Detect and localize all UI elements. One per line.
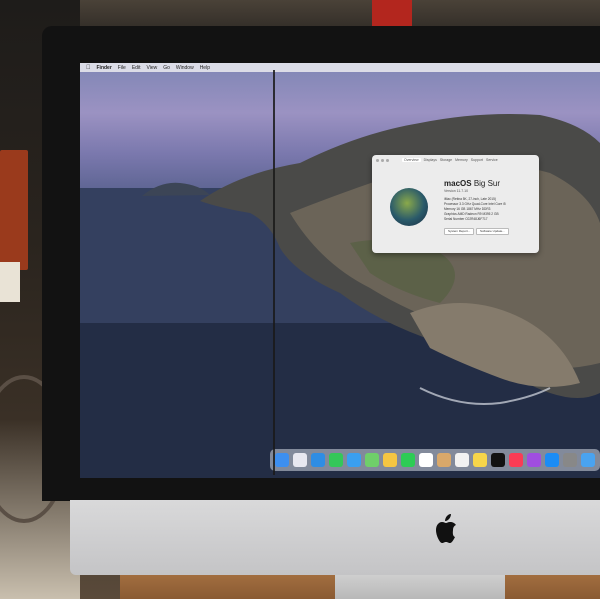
spec-list: iMac (Retina 5K, 27-inch, Late 2015) Pro… <box>444 197 506 222</box>
menu-go[interactable]: Go <box>163 65 170 71</box>
about-this-mac-window: Overview Displays Storage Memory Support… <box>372 155 539 253</box>
system-preferences-icon[interactable] <box>563 453 577 467</box>
catalina-wallpaper <box>80 114 600 478</box>
safari-icon[interactable] <box>311 453 325 467</box>
menu-edit[interactable]: Edit <box>132 65 141 71</box>
photos-icon[interactable] <box>383 453 397 467</box>
white-box <box>0 262 20 302</box>
software-update-button[interactable]: Software Update... <box>476 228 509 235</box>
menu-file[interactable]: File <box>118 65 126 71</box>
tab-memory[interactable]: Memory <box>455 158 468 162</box>
menu-view[interactable]: View <box>146 65 157 71</box>
tab-overview[interactable]: Overview <box>402 158 421 162</box>
contacts-icon[interactable] <box>437 453 451 467</box>
tab-storage[interactable]: Storage <box>440 158 452 162</box>
os-name: macOS <box>444 179 472 188</box>
messages-icon[interactable] <box>329 453 343 467</box>
podcasts-icon[interactable] <box>527 453 541 467</box>
apple-logo-icon <box>436 514 456 543</box>
reminders-icon[interactable] <box>455 453 469 467</box>
finder-icon[interactable] <box>275 453 289 467</box>
menu-help[interactable]: Help <box>200 65 210 71</box>
app-store-icon[interactable] <box>545 453 559 467</box>
notes-icon[interactable] <box>473 453 487 467</box>
about-tabs: Overview Displays Storage Memory Support… <box>402 158 498 162</box>
launchpad-icon[interactable] <box>293 453 307 467</box>
os-version: Version 11.7.10 <box>444 189 469 193</box>
os-title: macOS Big Sur <box>444 179 500 188</box>
tab-support[interactable]: Support <box>471 158 483 162</box>
minimize-window-button[interactable] <box>381 158 384 162</box>
macos-big-sur-icon <box>390 188 428 226</box>
music-icon[interactable] <box>509 453 523 467</box>
menu-bar:  Finder File Edit View Go Window Help <box>80 63 600 72</box>
imac-chin <box>70 500 600 575</box>
zoom-window-button[interactable] <box>386 158 389 162</box>
tv-icon[interactable] <box>491 453 505 467</box>
red-cabinet <box>0 150 28 270</box>
spec-serial: Serial Number C02R48J6F717 <box>444 217 488 221</box>
maps-icon[interactable] <box>365 453 379 467</box>
screen-crack-line <box>273 70 275 475</box>
dock <box>270 449 600 471</box>
close-window-button[interactable] <box>376 158 379 162</box>
menu-finder[interactable]: Finder <box>97 65 112 71</box>
tab-displays[interactable]: Displays <box>424 158 437 162</box>
desktop-screen:  Finder File Edit View Go Window Help O… <box>80 63 600 478</box>
system-report-button[interactable]: System Report... <box>444 228 475 235</box>
downloads-folder-icon[interactable] <box>581 453 595 467</box>
menu-window[interactable]: Window <box>176 65 194 71</box>
os-codename: Big Sur <box>473 179 501 188</box>
facetime-icon[interactable] <box>401 453 415 467</box>
calendar-icon[interactable] <box>419 453 433 467</box>
apple-menu-icon[interactable]:  <box>86 65 91 71</box>
mail-icon[interactable] <box>347 453 361 467</box>
tab-service[interactable]: Service <box>486 158 498 162</box>
